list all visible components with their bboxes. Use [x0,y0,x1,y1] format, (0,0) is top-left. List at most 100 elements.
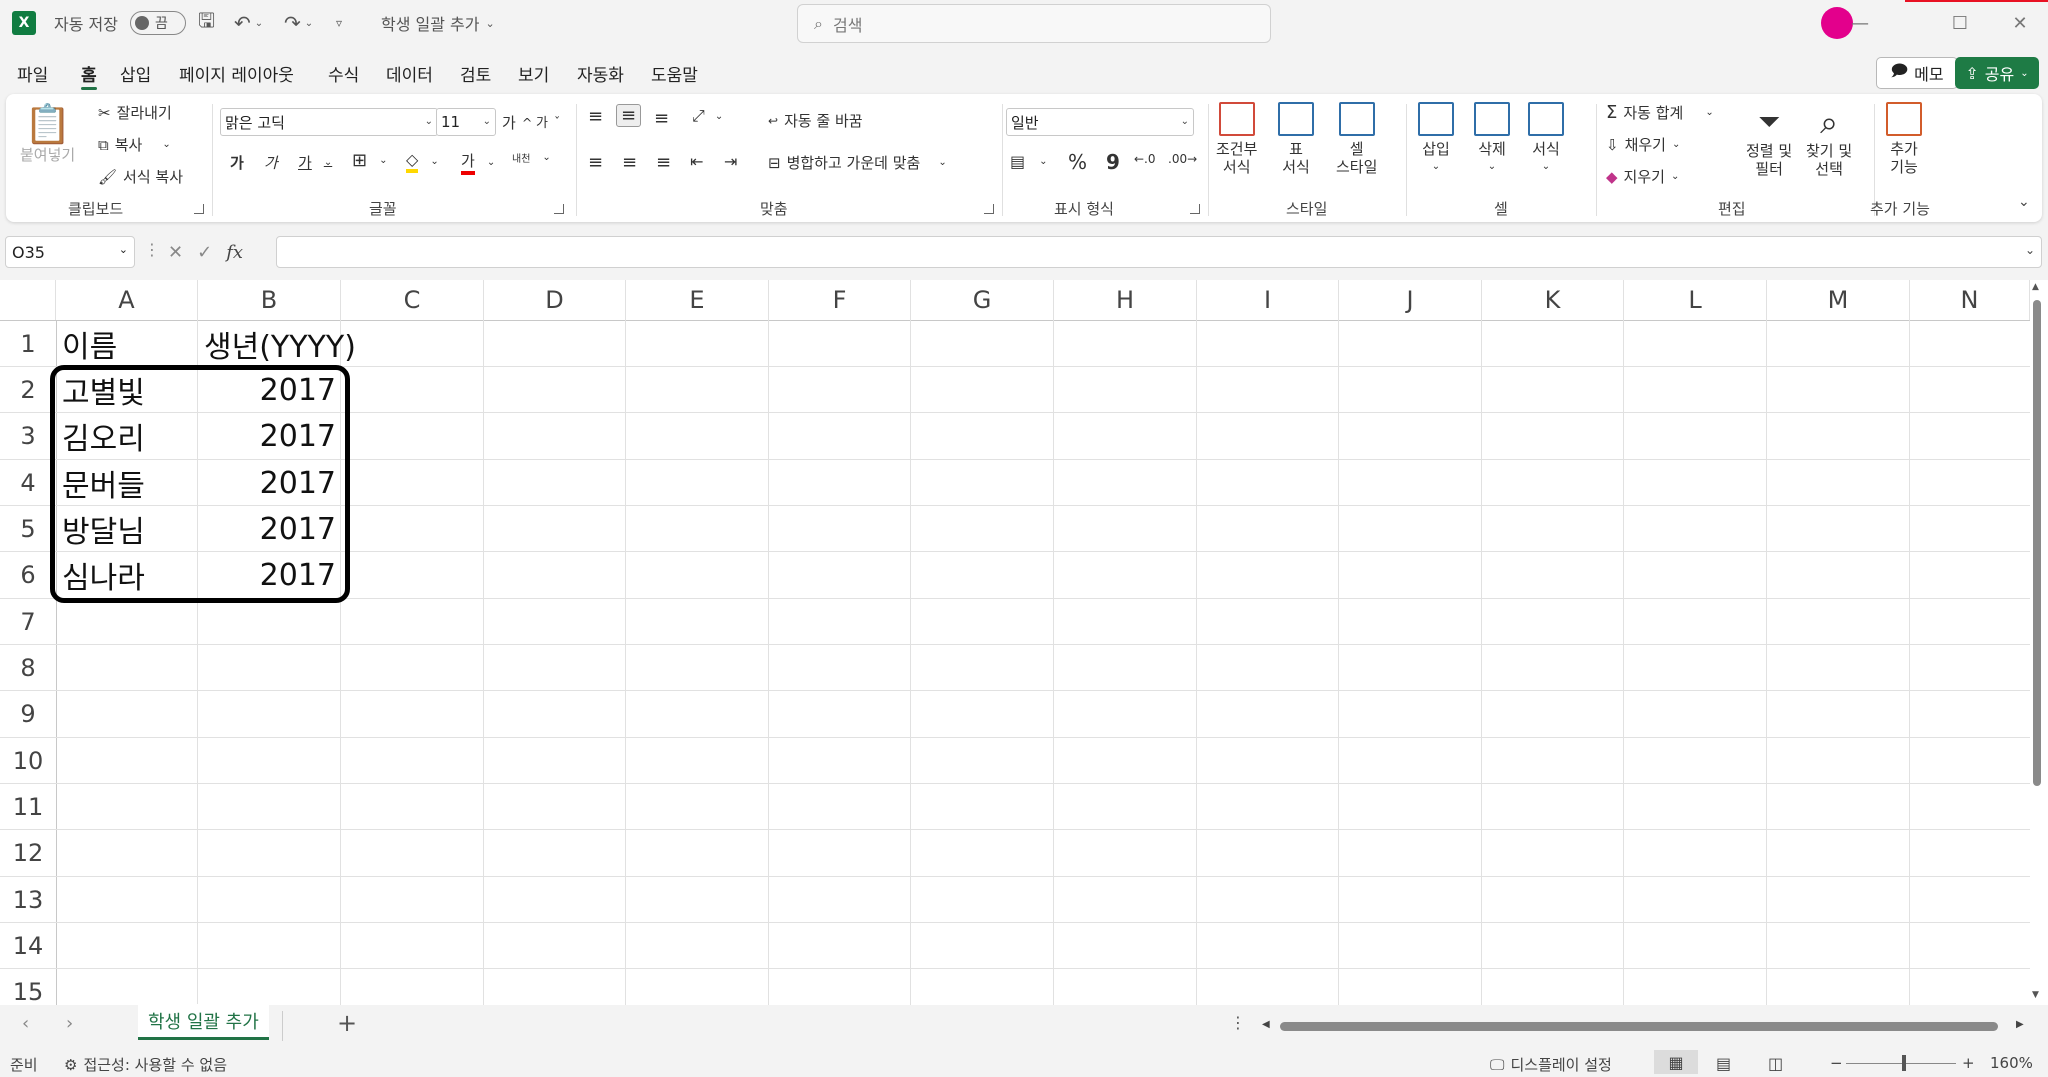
row-header[interactable]: 13 [0,877,56,923]
file-name[interactable]: 학생 일괄 추가 ⌄ [381,0,495,46]
row-header[interactable]: 9 [0,691,56,738]
align-left-icon[interactable]: ≡ [588,152,603,173]
enter-icon[interactable]: ✓ [197,242,212,263]
shrink-font-button[interactable]: 가ˇ [536,112,560,131]
maximize-button[interactable]: ☐ [1930,0,1990,46]
font-size-select[interactable]: 11 ⌄ [436,108,496,136]
row-header[interactable]: 8 [0,645,56,691]
column-header[interactable]: G [911,280,1054,320]
column-header[interactable]: E [626,280,769,320]
font-name-select[interactable]: 맑은 고딕 ⌄ [220,108,438,136]
sheet-tab-active[interactable]: 학생 일괄 추가 [138,1004,269,1040]
memo-button[interactable]: 🗩 메모 [1876,57,1958,89]
row-header[interactable]: 15 [0,969,56,1006]
underline-button[interactable]: 가 ⌄ [298,152,332,173]
tab-page-layout[interactable]: 페이지 레이아웃 [179,58,294,88]
format-as-table-button[interactable]: 표 서식 [1278,102,1314,176]
column-header[interactable]: M [1767,280,1910,320]
comma-button[interactable]: 9 [1106,150,1120,174]
column-header[interactable]: J [1339,280,1482,320]
row-header[interactable]: 6 [0,552,56,599]
percent-button[interactable]: % [1068,150,1087,174]
column-header[interactable]: C [341,280,484,320]
phonetic-button[interactable]: 내천 ⌄ [512,150,551,165]
minimize-button[interactable]: — [1830,0,1890,46]
prev-sheet-icon[interactable]: ‹ [22,1013,29,1034]
row-header[interactable]: 4 [0,460,56,506]
fill-color-icon[interactable]: ◇ ⌄ [406,150,439,173]
tab-help[interactable]: 도움말 [651,58,698,88]
customize-qat-icon[interactable]: ▿ [336,0,342,46]
font-color-button[interactable]: 가 ⌄ [461,150,495,175]
clear-button[interactable]: ◆ 지우기 ⌄ [1606,166,1679,187]
add-sheet-button[interactable]: + [337,1009,357,1037]
tab-home[interactable]: 홈 [81,58,97,90]
border-icon[interactable]: ⊞ ⌄ [352,150,387,171]
page-break-view-icon[interactable]: ◫ [1768,1054,1783,1073]
scroll-down-icon[interactable]: ▼ [2032,990,2039,1000]
tab-insert[interactable]: 삽입 [120,58,151,88]
alignment-launcher-icon[interactable] [984,204,994,214]
cell-a1[interactable]: 이름 [62,321,117,367]
increase-decimal-icon[interactable]: ←.0 [1134,152,1156,166]
select-all-corner[interactable] [0,280,56,320]
insert-cells-button[interactable]: 삽입 ⌄ [1418,102,1454,176]
tab-data[interactable]: 데이터 [386,58,433,88]
zoom-slider-track[interactable] [1846,1063,1956,1064]
column-header[interactable]: L [1624,280,1767,320]
format-painter-button[interactable]: 🖌 서식 복사 [98,166,183,187]
share-button[interactable]: ⇪ 공유 ⌄ [1955,57,2039,89]
formula-input[interactable]: ⌄ [276,236,2042,268]
sort-filter-button[interactable]: ⏷ 정렬 및 필터 [1746,102,1792,178]
align-right-icon[interactable]: ≡ [656,152,671,173]
normal-view-icon[interactable]: ▦ [1654,1050,1698,1074]
column-header[interactable]: F [769,280,911,320]
zoom-out-icon[interactable]: − [1830,1054,1843,1072]
zoom-slider-thumb[interactable] [1902,1055,1906,1071]
column-header[interactable]: K [1482,280,1624,320]
merge-center-button[interactable]: ⊟ 병합하고 가운데 맞춤 ⌄ [768,152,947,173]
cut-button[interactable]: ✂ 잘라내기 [98,102,172,123]
zoom-level[interactable]: 160% [1990,1054,2033,1072]
row-header[interactable]: 1 [0,321,56,367]
italic-button[interactable]: 가 [264,152,278,173]
autosave-toggle[interactable]: 끔 [130,11,186,35]
scroll-up-icon[interactable]: ▲ [2032,282,2039,292]
search-box[interactable]: ⌕ 검색 [797,4,1271,43]
column-header[interactable]: N [1910,280,2030,320]
number-format-select[interactable]: 일반 ⌄ [1006,108,1194,136]
column-header[interactable]: I [1197,280,1339,320]
add-ins-button[interactable]: 추가 기능 [1886,102,1922,176]
decrease-decimal-icon[interactable]: .00→ [1168,152,1197,166]
column-header[interactable]: D [484,280,626,320]
scroll-left-icon[interactable]: ◀ [1262,1019,1270,1030]
conditional-format-button[interactable]: 조건부 서식 [1216,102,1257,176]
orientation-icon[interactable]: ⤢ ⌄ [692,106,723,126]
delete-cells-button[interactable]: 삭제 ⌄ [1474,102,1510,176]
row-header[interactable]: 5 [0,506,56,552]
row-header[interactable]: 7 [0,599,56,645]
format-cells-button[interactable]: 서식 ⌄ [1528,102,1564,176]
clipboard-launcher-icon[interactable] [194,204,204,214]
worksheet-grid[interactable]: A B C D E F G H I J K L M N 1 2 3 4 5 6 … [0,280,2048,1005]
row-header[interactable]: 14 [0,923,56,969]
accessibility-status[interactable]: ⚙ 접근성: 사용할 수 없음 [64,1054,227,1075]
vertical-scrollbar[interactable]: ▲ ▼ [2030,282,2044,1002]
cell-b1[interactable]: 생년(YYYY) [204,321,356,367]
find-select-button[interactable]: ⌕ 찾기 및 선택 [1806,102,1852,178]
align-top-icon[interactable]: ≡ [588,106,603,127]
expand-formula-icon[interactable]: ⌄ [2025,243,2035,257]
currency-icon[interactable]: ▤ ⌄ [1010,152,1048,171]
row-header[interactable]: 2 [0,367,56,413]
cancel-icon[interactable]: ✕ [168,242,183,263]
row-header[interactable]: 10 [0,738,56,784]
paste-button[interactable]: 📋 붙여넣기 [20,102,75,164]
grow-font-button[interactable]: 가 ^ [502,112,532,133]
row-header[interactable]: 11 [0,784,56,830]
horizontal-scroll-thumb[interactable] [1280,1022,1998,1031]
column-header[interactable]: A [56,280,198,320]
more-icon[interactable]: ⋮ [1230,1013,1246,1032]
tab-formulas[interactable]: 수식 [328,58,359,88]
font-launcher-icon[interactable] [554,204,564,214]
redo-icon[interactable]: ↷ ⌄ [284,0,313,46]
